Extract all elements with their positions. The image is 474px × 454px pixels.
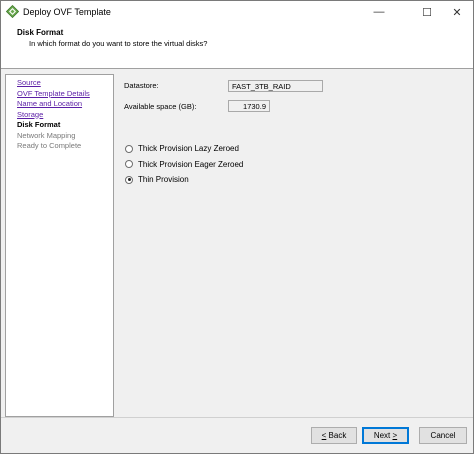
- sidebar-item-source[interactable]: Source: [17, 78, 41, 87]
- wizard-steps-nav: Source OVF Template Details Name and Loc…: [5, 74, 114, 417]
- next-mnemonic: >: [392, 431, 398, 440]
- deploy-ovf-window: Deploy OVF Template — ☐ ✕ Disk Format In…: [0, 0, 474, 454]
- vsphere-app-icon: [5, 4, 20, 19]
- back-label: Back: [326, 431, 347, 440]
- sidebar-item-network-mapping: Network Mapping: [17, 130, 76, 140]
- option-thin-provision[interactable]: Thin Provision: [125, 175, 189, 184]
- option-thick-lazy-zeroed[interactable]: Thick Provision Lazy Zeroed: [125, 144, 239, 153]
- wizard-header: Disk Format In which format do you want …: [1, 23, 473, 69]
- option-label: Thick Provision Lazy Zeroed: [138, 144, 239, 153]
- sidebar-item-ovf-template-details[interactable]: OVF Template Details: [17, 89, 90, 98]
- datastore-label: Datastore:: [124, 81, 159, 90]
- option-thick-eager-zeroed[interactable]: Thick Provision Eager Zeroed: [125, 160, 243, 169]
- wizard-footer: < Back Next > Cancel: [1, 417, 473, 453]
- back-button[interactable]: < Back: [311, 427, 357, 444]
- minimize-icon[interactable]: —: [364, 2, 394, 22]
- sidebar-item-storage[interactable]: Storage: [17, 110, 43, 119]
- next-label: Next: [373, 431, 393, 440]
- page-title: Disk Format: [17, 28, 64, 37]
- sidebar-item-name-and-location[interactable]: Name and Location: [17, 99, 82, 108]
- page-subtitle: In which format do you want to store the…: [29, 39, 208, 48]
- next-button[interactable]: Next >: [362, 427, 409, 444]
- title-bar[interactable]: Deploy OVF Template — ☐ ✕: [1, 1, 473, 23]
- cancel-button[interactable]: Cancel: [419, 427, 467, 444]
- datastore-field: FAST_3TB_RAID: [228, 80, 323, 92]
- available-space-label: Available space (GB):: [124, 102, 197, 111]
- radio-thick-lazy-zeroed[interactable]: [125, 144, 133, 153]
- option-label: Thin Provision: [138, 175, 189, 184]
- window-title: Deploy OVF Template: [23, 7, 111, 17]
- sidebar-item-disk-format: Disk Format: [17, 120, 61, 129]
- sidebar-item-ready-to-complete: Ready to Complete: [17, 141, 82, 150]
- radio-thin-provision[interactable]: [125, 175, 133, 184]
- maximize-icon[interactable]: ☐: [412, 2, 442, 22]
- close-icon[interactable]: ✕: [442, 2, 472, 22]
- radio-thick-eager-zeroed[interactable]: [125, 160, 133, 168]
- available-space-field: 1730.9: [228, 100, 270, 112]
- option-label: Thick Provision Eager Zeroed: [138, 159, 244, 169]
- disk-format-panel: Datastore: FAST_3TB_RAID Available space…: [115, 74, 473, 417]
